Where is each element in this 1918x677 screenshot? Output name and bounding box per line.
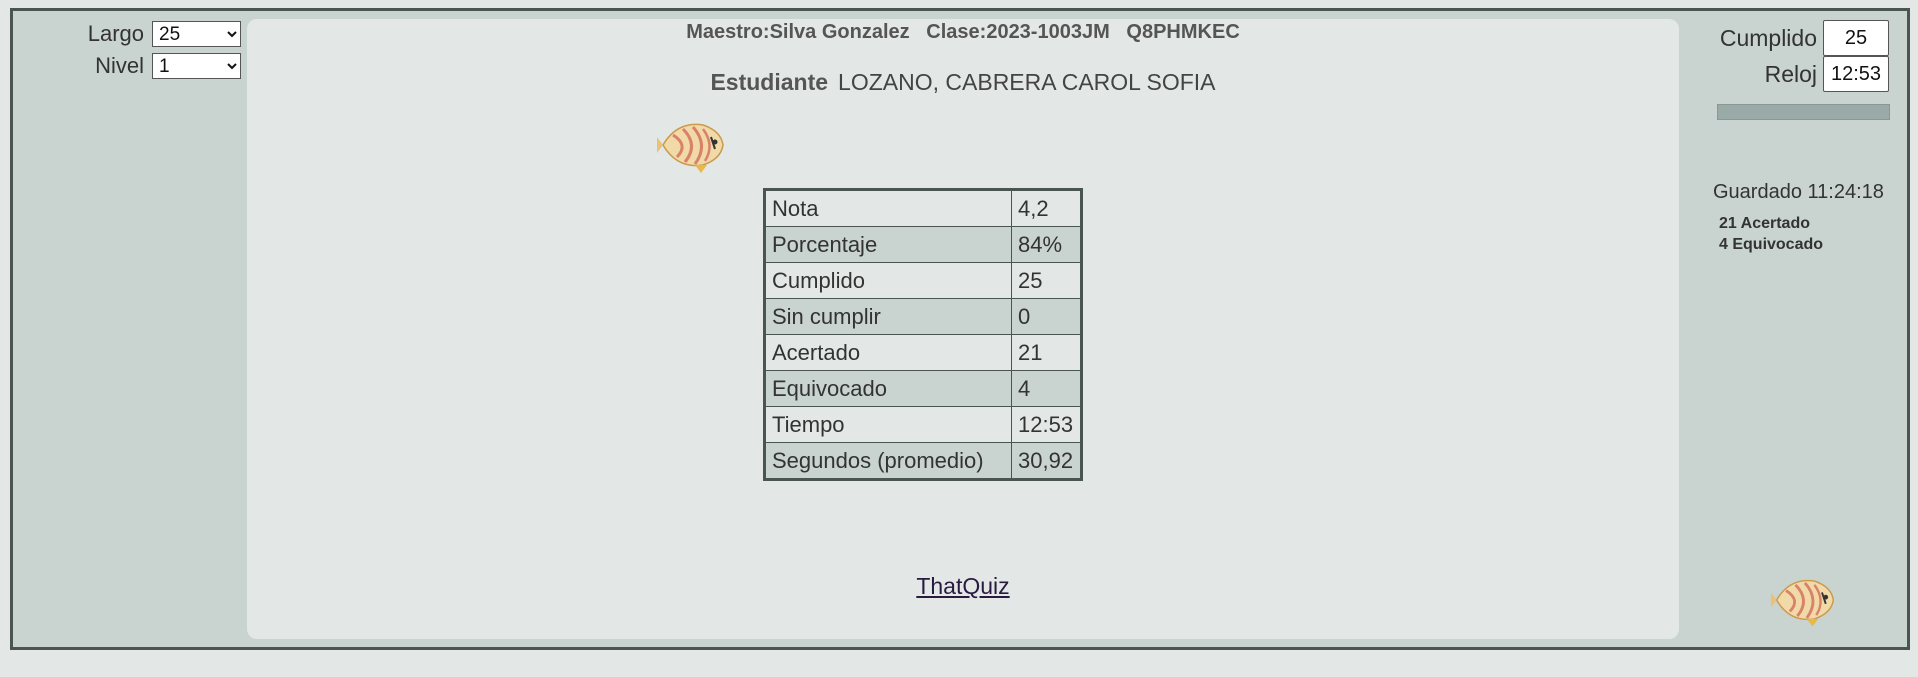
results-table: Nota 4,2 Porcentaje 84% Cumplido 25 Sin cumpli…	[763, 188, 1083, 481]
result-label: Porcentaje	[764, 226, 1012, 263]
student-line: Estudiante LOZANO, CABRERA CAROL SOFIA	[247, 69, 1679, 96]
saved-time: Guardado 11:24:18	[1713, 181, 1884, 203]
left-panel: Largo 25 Nivel 1	[13, 11, 241, 647]
cumplido-box: 25	[1823, 20, 1889, 56]
largo-row: Largo 25	[88, 21, 241, 47]
nivel-label: Nivel	[95, 53, 144, 78]
nivel-row: Nivel 1	[95, 53, 241, 79]
wrong-count: 4 Equivocado	[1719, 236, 1824, 253]
result-label: Cumplido	[764, 262, 1012, 299]
progress-bar	[1717, 104, 1890, 120]
butterflyfish-icon	[1769, 571, 1839, 634]
results-row: Porcentaje 84%	[764, 226, 1082, 263]
butterflyfish-icon	[655, 115, 729, 180]
student-name: LOZANO, CABRERA CAROL SOFIA	[838, 69, 1216, 95]
results-row: Nota 4,2	[764, 189, 1082, 227]
nivel-select[interactable]: 1	[152, 53, 241, 79]
quiz-frame: Largo 25 Nivel 1 Maestro:Silva Gonzalez …	[10, 8, 1910, 650]
result-label: Segundos (promedio)	[764, 442, 1012, 480]
class-header: Maestro:Silva Gonzalez Clase:2023-1003JM…	[686, 21, 1240, 43]
result-value: 30,92	[1011, 442, 1082, 480]
progress-fill	[1718, 105, 1889, 119]
result-value: 84%	[1011, 226, 1082, 263]
result-label: Nota	[764, 189, 1012, 227]
results-panel: Maestro:Silva Gonzalez Clase:2023-1003JM…	[247, 19, 1679, 639]
result-label: Acertado	[764, 334, 1012, 371]
result-label: Tiempo	[764, 406, 1012, 443]
result-label: Equivocado	[764, 370, 1012, 407]
result-value: 4,2	[1011, 189, 1082, 227]
result-label: Sin cumplir	[764, 298, 1012, 335]
largo-select[interactable]: 25	[152, 21, 241, 47]
results-row: Cumplido 25	[764, 262, 1082, 299]
results-row: Sin cumplir 0	[764, 298, 1082, 335]
results-row: Equivocado 4	[764, 370, 1082, 407]
result-value: 12:53	[1011, 406, 1082, 443]
thatquiz-link[interactable]: ThatQuiz	[916, 573, 1009, 599]
cumplido-label: Cumplido	[1719, 24, 1817, 51]
reloj-box: 12:53	[1823, 56, 1889, 92]
thatquiz-link-row: ThatQuiz	[247, 573, 1679, 600]
reloj-row: Reloj 12:53	[1765, 56, 1889, 92]
results-row: Segundos (promedio) 30,92	[764, 442, 1082, 480]
result-value: 21	[1011, 334, 1082, 371]
cumplido-row: Cumplido 25	[1720, 20, 1889, 56]
results-row: Acertado 21	[764, 334, 1082, 371]
right-panel: Cumplido 25 Reloj 12:53 Guardado 11:24:1…	[1681, 11, 1907, 647]
results-row: Tiempo 12:53	[764, 406, 1082, 443]
result-value: 0	[1011, 298, 1082, 335]
result-value: 25	[1011, 262, 1082, 299]
largo-label: Largo	[87, 21, 144, 46]
student-label: Estudiante	[710, 69, 829, 95]
result-value: 4	[1011, 370, 1082, 407]
correct-count: 21 Acertado	[1719, 215, 1810, 232]
reloj-label: Reloj	[1764, 60, 1817, 87]
